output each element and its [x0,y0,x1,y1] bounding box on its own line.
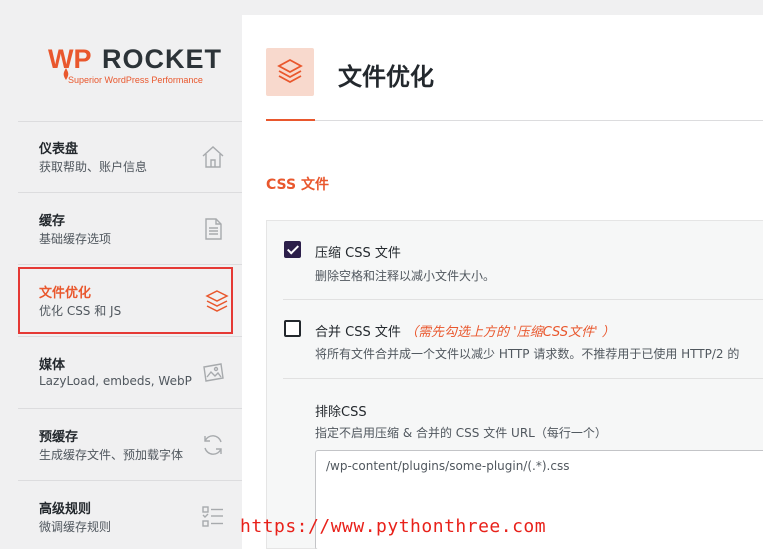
sidebar-item-subtitle: 微调缓存规则 [39,520,112,534]
logo-tagline: Superior WordPress Performance [68,75,203,85]
home-icon [202,146,224,168]
exclude-css-description: 指定不启用压缩 & 合并的 CSS 文件 URL（每行一个） [315,426,607,440]
sidebar-item-title: 仪表盘 [39,142,79,157]
header-accent-bar [266,119,315,121]
page-header-icon-box [266,48,314,96]
sidebar: WP ROCKET Superior WordPress Performance… [0,0,242,549]
combine-css-note: （需先勾选上方的 '压缩CSS文件' ） [405,325,615,340]
sidebar-item-preload[interactable]: 预缓存 生成缓存文件、预加载字体 [18,410,242,481]
minify-css-label[interactable]: 压缩 CSS 文件 [315,242,401,261]
minify-css-description: 删除空格和注释以减小文件大小。 [315,269,496,283]
wp-rocket-logo: WP ROCKET Superior WordPress Performance [46,44,221,94]
exclude-css-label: 排除CSS [315,405,367,420]
sidebar-item-media[interactable]: 媒体 LazyLoad, embeds, WebP [18,338,242,409]
section-title: CSS 文件 [266,177,329,193]
sidebar-item-title: 高级规则 [39,502,92,517]
document-icon [205,218,222,240]
sidebar-item-subtitle: 基础缓存选项 [39,232,112,246]
image-icon [203,363,224,382]
combine-css-label-text: 合并 CSS 文件 [315,325,401,340]
watermark-text: https://www.pythonthree.com [240,516,547,537]
header-divider [266,120,763,121]
sidebar-item-title: 媒体 [39,358,66,373]
sidebar-item-subtitle: 生成缓存文件、预加载字体 [39,448,184,462]
layers-icon [277,58,303,84]
sidebar-item-title: 预缓存 [39,430,79,445]
logo-rocket-text: ROCKET [102,44,222,74]
minify-css-checkbox[interactable] [284,241,301,258]
combine-css-label[interactable]: 合并 CSS 文件 （需先勾选上方的 '压缩CSS文件' ） [315,321,615,340]
css-options-panel: 压缩 CSS 文件 删除空格和注释以减小文件大小。 合并 CSS 文件 （需先勾… [266,220,763,549]
sidebar-item-title: 缓存 [39,214,66,229]
sidebar-item-subtitle: LazyLoad, embeds, WebP [39,374,192,388]
sidebar-item-advanced-rules[interactable]: 高级规则 微调缓存规则 [18,482,242,549]
sidebar-item-dashboard[interactable]: 仪表盘 获取帮助、账户信息 [18,122,242,193]
refresh-icon [204,435,222,455]
combine-css-checkbox[interactable] [284,320,301,337]
highlight-box [18,267,233,334]
sidebar-item-cache[interactable]: 缓存 基础缓存选项 [18,194,242,265]
option-divider [283,378,763,379]
page-title: 文件优化 [338,63,434,91]
combine-css-description: 将所有文件合并成一个文件以减少 HTTP 请求数。不推荐用于已使用 HTTP/2… [315,347,740,361]
list-icon [202,506,223,527]
sidebar-item-subtitle: 获取帮助、账户信息 [39,160,148,174]
option-divider [283,299,763,300]
main-content: 文件优化 CSS 文件 压缩 CSS 文件 删除空格和注释以减小文件大小。 合并… [242,15,763,549]
